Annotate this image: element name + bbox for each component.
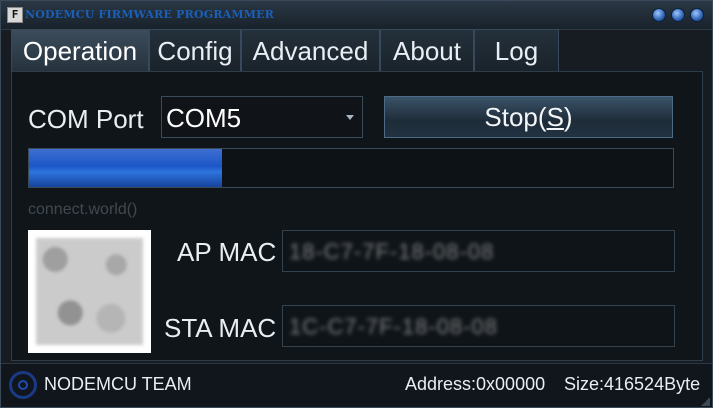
nodemcu-logo-icon (9, 371, 37, 399)
com-port-select[interactable]: COM5 (161, 96, 363, 138)
ap-mac-value: 18-C7-7F-18-08-08 (289, 239, 495, 264)
address-readout: Address:0x00000 (405, 374, 546, 394)
tab-config[interactable]: Config (149, 29, 241, 71)
maximize-button[interactable] (671, 8, 685, 22)
progress-fill (29, 149, 223, 187)
tab-log[interactable]: Log (474, 29, 559, 71)
minimize-button[interactable] (652, 8, 666, 22)
team-label: NODEMCU TEAM (44, 374, 192, 394)
tab-operation[interactable]: Operation (11, 29, 149, 71)
resize-grip[interactable] (700, 396, 710, 406)
tab-about[interactable]: About (380, 29, 474, 71)
window-title: NODEMCU FIRMWARE PROGRAMMER (25, 8, 275, 21)
com-port-label: COM Port (28, 104, 144, 134)
title-bar[interactable]: F NODEMCU FIRMWARE PROGRAMMER (1, 1, 712, 30)
ap-mac-field: 18-C7-7F-18-08-08 (282, 230, 675, 272)
chevron-down-icon (346, 115, 354, 120)
qr-code-image (28, 230, 151, 353)
sta-mac-value: 1C-C7-7F-18-08-08 (289, 314, 498, 339)
sta-mac-label: STA MAC (164, 313, 277, 343)
programmer-window: F NODEMCU FIRMWARE PROGRAMMER Operation … (0, 0, 713, 408)
stop-button-text: Stop( (484, 102, 547, 132)
com-port-value: COM5 (166, 103, 242, 133)
ap-mac-label: AP MAC (177, 237, 277, 267)
tab-advanced[interactable]: Advanced (241, 29, 380, 71)
stop-button-accelerator: S (546, 102, 564, 132)
stop-button[interactable]: Stop(S) (384, 96, 673, 138)
close-button[interactable] (690, 8, 704, 22)
status-text: connect.world() (28, 201, 138, 218)
stop-button-text-end: ) (563, 102, 573, 132)
qr-code-pattern (36, 238, 143, 345)
app-icon: F (7, 7, 23, 23)
size-readout: Size:416524Byte (564, 374, 701, 394)
progress-bar (28, 148, 674, 188)
sta-mac-field: 1C-C7-7F-18-08-08 (282, 305, 675, 347)
status-bar: NODEMCU TEAM Address:0x00000 Size:416524… (1, 363, 712, 407)
